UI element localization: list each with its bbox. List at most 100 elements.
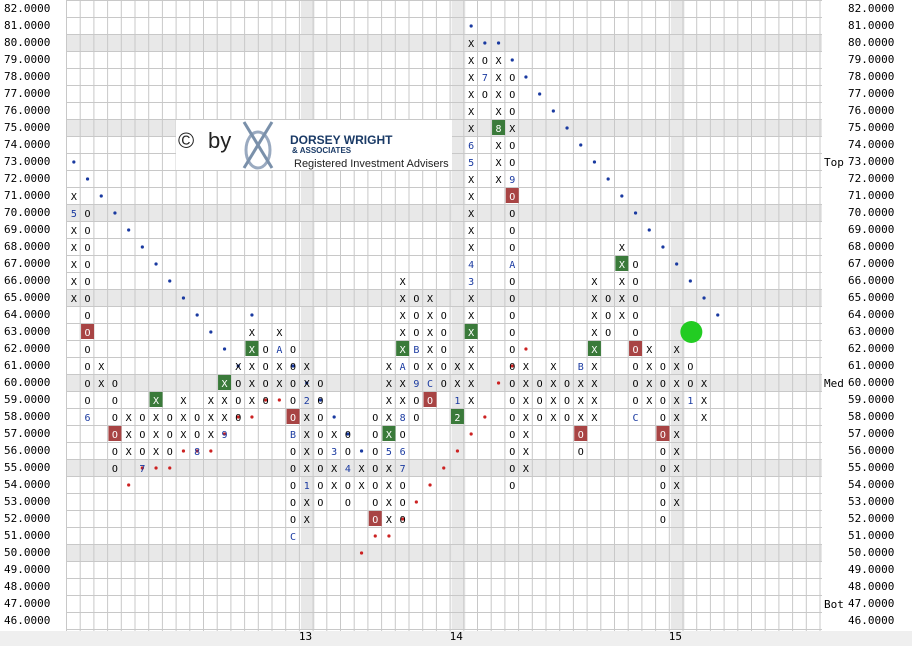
x-mark: X xyxy=(550,379,556,390)
o-mark: O xyxy=(372,413,378,424)
watermark-sub: & ASSOCIATES xyxy=(292,146,352,155)
y-axis-label-right: 79.0000 xyxy=(848,53,894,66)
x-mark: X xyxy=(468,362,474,373)
trendline-dot xyxy=(140,245,144,249)
y-axis-label-right: 75.0000 xyxy=(848,121,894,134)
trendline-dot xyxy=(592,160,597,164)
x-mark: X xyxy=(331,481,337,492)
o-mark: O xyxy=(509,90,515,101)
x-mark: X xyxy=(180,396,186,407)
trendline-dot xyxy=(168,279,172,283)
o-mark: O xyxy=(537,413,543,424)
y-axis-label-right: 73.0000 xyxy=(848,155,894,168)
y-axis-label-left: 74.0000 xyxy=(4,138,50,151)
x-mark: X xyxy=(454,362,460,373)
x-mark: X xyxy=(468,328,474,339)
x-mark: X xyxy=(523,430,529,441)
o-mark: O xyxy=(605,294,611,305)
current-price-marker xyxy=(680,321,703,343)
trendline-dot xyxy=(113,211,117,215)
x-mark: X xyxy=(304,413,310,424)
month-mark: 9 xyxy=(413,379,419,390)
o-mark: O xyxy=(578,430,584,441)
x-mark: X xyxy=(674,430,680,441)
month-mark: B xyxy=(413,345,419,356)
x-mark: X xyxy=(468,396,474,407)
o-mark: O xyxy=(290,345,296,356)
x-mark: X xyxy=(400,294,406,305)
y-axis-label-right: 72.0000 xyxy=(848,172,894,185)
x-mark: X xyxy=(304,498,310,509)
y-axis-label-left: 72.0000 xyxy=(4,172,50,185)
x-axis-tick-label: 15 xyxy=(669,630,682,643)
y-axis-label-left: 77.0000 xyxy=(4,87,50,100)
side-tag-top: Top xyxy=(824,156,844,169)
o-mark: O xyxy=(317,413,323,424)
trendline-dot xyxy=(551,109,555,113)
y-axis-label-left: 47.0000 xyxy=(4,597,50,610)
x-mark: X xyxy=(304,362,310,373)
o-mark: O xyxy=(263,379,269,390)
trendline-dot xyxy=(209,330,213,334)
o-mark: O xyxy=(263,362,269,373)
o-mark: O xyxy=(509,209,515,220)
month-mark: 4 xyxy=(345,464,351,475)
x-mark: X xyxy=(386,515,392,526)
o-mark: O xyxy=(660,362,666,373)
y-axis-label-left: 57.0000 xyxy=(4,427,50,440)
month-mark: 2 xyxy=(454,413,460,424)
y-axis-label-left: 69.0000 xyxy=(4,223,50,236)
o-mark: O xyxy=(112,413,118,424)
x-mark: X xyxy=(98,362,104,373)
o-mark: O xyxy=(290,498,296,509)
o-mark: O xyxy=(509,328,515,339)
month-mark: 7 xyxy=(482,73,488,84)
o-mark: O xyxy=(660,447,666,458)
o-mark: O xyxy=(112,447,118,458)
y-axis-label-left: 46.0000 xyxy=(4,614,50,627)
month-mark: 7 xyxy=(400,464,406,475)
o-mark: O xyxy=(85,379,91,390)
o-mark: O xyxy=(290,515,296,526)
x-mark: X xyxy=(331,464,337,475)
o-mark: O xyxy=(372,430,378,441)
trendline-dot xyxy=(72,160,76,164)
x-mark: X xyxy=(619,311,625,322)
o-mark: O xyxy=(509,345,515,356)
trendline-dot xyxy=(99,194,103,198)
y-axis-label-right: 76.0000 xyxy=(848,104,894,117)
watermark-tagline: Registered Investment Advisers xyxy=(294,158,449,170)
y-axis-label-right: 59.0000 xyxy=(848,393,894,406)
x-mark: X xyxy=(646,345,652,356)
month-mark: B xyxy=(578,362,584,373)
o-mark: O xyxy=(660,481,666,492)
y-axis-label-left: 78.0000 xyxy=(4,70,50,83)
x-mark: X xyxy=(619,260,625,271)
month-mark: C xyxy=(633,413,639,424)
o-mark: O xyxy=(317,396,323,407)
x-mark: X xyxy=(591,345,597,356)
trendline-dot xyxy=(85,177,90,181)
x-mark: X xyxy=(523,447,529,458)
x-mark: X xyxy=(71,294,77,305)
watermark-company: DORSEY WRIGHT xyxy=(290,133,393,147)
x-mark: X xyxy=(591,362,597,373)
x-mark: X xyxy=(468,379,474,390)
x-mark: X xyxy=(126,447,132,458)
x-mark: X xyxy=(496,141,502,152)
o-mark: O xyxy=(372,447,378,458)
o-mark: O xyxy=(400,515,406,526)
x-mark: X xyxy=(619,243,625,254)
y-axis-label-right: 68.0000 xyxy=(848,240,894,253)
o-mark: O xyxy=(537,396,543,407)
trendline-dot xyxy=(702,296,706,300)
o-mark: O xyxy=(317,379,323,390)
trendline-dot xyxy=(606,177,610,181)
x-mark: X xyxy=(71,260,77,271)
y-axis-label-right: 78.0000 xyxy=(848,70,894,83)
o-mark: O xyxy=(660,515,666,526)
shade-band xyxy=(66,34,822,52)
y-axis-label-left: 63.0000 xyxy=(4,325,50,338)
x-mark: X xyxy=(427,328,433,339)
month-mark: 5 xyxy=(386,447,392,458)
